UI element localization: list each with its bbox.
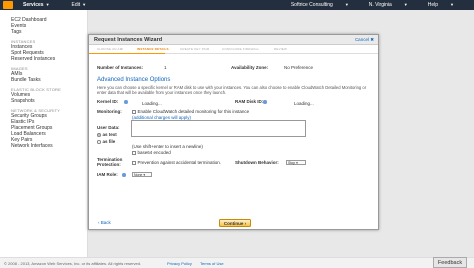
monitoring-text: Enable CloudWatch detailed monitoring fo… [137,109,250,114]
continue-label: Continue [223,221,244,226]
chevron-down-icon: ▼ [45,2,50,7]
feedback-button[interactable]: Feedback [433,257,467,268]
base64-label: base64 encoded [137,150,171,155]
base64-option: base64 encoded [132,150,171,155]
as-text-label: as text [102,132,117,137]
as-text-option: as text [97,132,117,137]
monitoring-checkbox[interactable] [132,110,136,114]
shutdown-behavior-select[interactable]: Stop ▾ [286,160,306,165]
shutdown-behavior-value: Stop [288,161,296,165]
copyright-text: © 2008 - 2013, Amazon Web Services, Inc.… [4,261,142,266]
kernel-id-label: Kernel ID: [97,99,119,104]
top-nav-bar: Services ▼ Edit ▼ Softrice Consulting ▼ N. … [0,0,474,10]
wizard-steps: CHOOSE AN AMI INSTANCE DETAILS CREATE KE… [89,45,378,54]
privacy-policy-link[interactable]: Privacy Policy [167,261,192,266]
arrow-right-icon: › [244,221,247,226]
step-review: REVIEW [274,47,288,51]
account-label: Softrice Consulting [290,2,333,8]
availability-zone-value: No Preference [284,65,314,70]
close-icon: ✖ [370,37,374,42]
back-link[interactable]: ‹ Back [98,220,111,225]
region-label: N. Virginia [368,2,392,8]
cancel-link[interactable]: Cancel ✖ [355,37,374,43]
sidebar-section-images: IMAGES [11,66,28,71]
ramdisk-id-select[interactable]: Loading... [294,101,314,106]
termination-text: Prevention against accidental terminatio… [137,160,222,165]
cancel-label: Cancel [354,37,369,42]
terms-of-use-link[interactable]: Terms of Use [200,261,224,266]
step-configure-firewall: CONFIGURE FIREWALL [222,47,260,51]
ramdisk-id-label: RAM Disk ID: [235,99,264,104]
continue-button[interactable]: Continue › [219,219,251,227]
as-file-radio[interactable] [97,140,101,144]
edit-label: Edit [71,2,81,8]
as-file-option: as file [97,139,115,144]
wizard-header: Request Instances Wizard Cancel ✖ [89,35,378,45]
kernel-id-select[interactable]: Loading... [142,101,162,106]
top-nav-right: Softrice Consulting ▼ N. Virginia ▼ Help ▼ [291,0,474,10]
wizard-title: Request Instances Wizard [94,36,163,43]
iam-role-value: None [134,173,143,177]
step-create-key-pair: CREATE KEY PAIR [180,47,210,51]
help-label: Help [427,2,439,8]
step-instance-details: INSTANCE DETAILS [137,47,169,51]
kernel-info-icon [124,99,128,104]
num-instances-label: Number of Instances: [97,65,144,70]
wizard-progress-bar [89,53,165,54]
shutdown-behavior-label: Shutdown Behavior: [235,160,279,165]
monitoring-option: Enable CloudWatch detailed monitoring fo… [132,109,249,114]
region-menu[interactable]: N. Virginia ▼ [369,2,418,8]
services-menu[interactable]: Services ▼ [23,2,50,8]
edit-menu[interactable]: Edit ▼ [72,2,87,8]
as-file-label: as file [102,139,116,144]
sidebar: EC2 Dashboard Events Tags INSTANCES Inst… [0,10,88,257]
account-menu[interactable]: Softrice Consulting ▼ [291,2,359,8]
termination-label: Termination Protection: [97,157,123,167]
termination-option: Prevention against accidental terminatio… [132,160,221,165]
shift-enter-note: (Use shift+enter to insert a newline) [132,144,203,149]
user-data-label: User Data: [97,125,120,130]
termination-checkbox[interactable] [132,161,136,165]
as-text-radio[interactable] [97,133,101,137]
iam-role-label: IAM Role: [97,172,118,177]
step-choose-ami: CHOOSE AN AMI [97,47,124,51]
iam-role-select[interactable]: None ▾ [132,172,152,177]
sidebar-section-instances: INSTANCES [11,39,36,44]
chevron-down-icon: ▼ [450,2,454,7]
base64-checkbox[interactable] [132,151,136,155]
aws-logo-icon[interactable] [3,1,13,9]
advanced-options-title: Advanced Instance Options [97,77,171,83]
help-menu[interactable]: Help ▼ [428,2,464,8]
chevron-left-icon: ‹ [98,220,100,225]
iam-info-icon [122,172,126,177]
advanced-options-note: Here you can choose a specific kernel or… [97,85,367,95]
ramdisk-info-icon [263,99,267,104]
sidebar-section-ebs: ELASTIC BLOCK STORE [11,87,61,92]
chevron-down-icon: ▼ [403,2,408,7]
availability-zone-label: Availability Zone: [231,65,269,70]
user-data-textarea[interactable] [131,120,306,137]
sidebar-section-network-security: NETWORK & SECURITY [11,108,61,113]
chevron-down-icon: ▼ [82,2,87,7]
footer: © 2008 - 2013, Amazon Web Services, Inc.… [0,257,474,268]
monitoring-label: Monitoring: [97,109,122,114]
sidebar-item-network-interfaces[interactable]: Network Interfaces [0,143,87,149]
services-label: Services [23,2,44,8]
chevron-down-icon: ▼ [344,2,349,7]
num-instances-value: 1 [164,65,167,70]
back-label: Back [100,220,111,225]
